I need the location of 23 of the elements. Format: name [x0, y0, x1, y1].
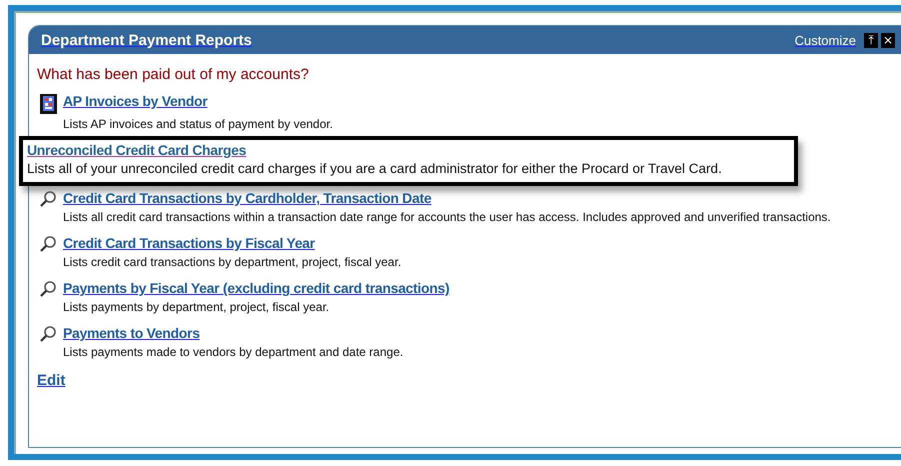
search-icon — [39, 280, 57, 298]
report-description: Lists all credit card transactions within a transaction date range for accounts the user has access. Includes approved and unverified transactions. — [63, 210, 832, 224]
close-button[interactable]: × — [881, 32, 895, 48]
search-icon — [39, 190, 57, 208]
report-description: Lists payments made to vendors by department and date range. — [63, 345, 404, 359]
search-icon — [39, 325, 57, 343]
report-link[interactable]: AP Invoices by Vendor — [63, 93, 208, 115]
report-link[interactable]: Credit Card Transactions by Fiscal Year — [63, 235, 315, 253]
search-icon — [39, 235, 57, 253]
portlet-title[interactable]: Department Payment Reports — [41, 32, 795, 48]
report-link[interactable]: Credit Card Transactions by Cardholder, Transaction Date — [63, 190, 432, 208]
report-description: Lists payments by department, project, fiscal year. — [63, 300, 330, 314]
pin-button[interactable]: ⤒ — [864, 32, 878, 48]
report-link[interactable]: Unreconciled Credit Card Charges — [27, 142, 246, 158]
customize-link[interactable]: Customize — [794, 32, 856, 48]
section-question: What has been paid out of my accounts? — [37, 66, 310, 83]
report-link[interactable]: Payments to Vendors — [63, 325, 200, 343]
report-link[interactable]: Payments by Fiscal Year (excluding credit card transactions) — [63, 280, 450, 298]
report-description: Lists credit card transactions by department, project, fiscal year. — [63, 255, 402, 269]
edit-link[interactable]: Edit — [37, 372, 66, 389]
report-description: Lists AP invoices and status of payment by vendor. — [63, 117, 334, 131]
report-icon — [39, 93, 59, 115]
report-description: Lists all of your unreconciled credit card charges if you are a card administrator for either the Procard or Travel Card. — [27, 161, 723, 176]
